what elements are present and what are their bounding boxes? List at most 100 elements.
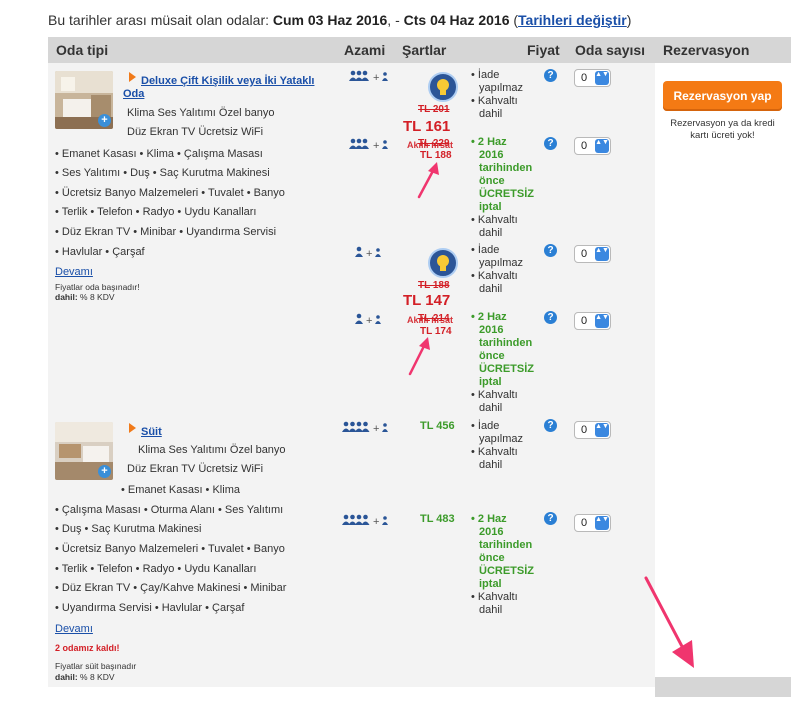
- col-room-count: Oda sayısı: [575, 42, 646, 58]
- light-bulb-badge-icon: [428, 248, 458, 278]
- amenity-line: • Ücretsiz Banyo Malzemeleri • Tuvalet •…: [55, 187, 285, 199]
- condition-line: • Kahvaltı: [471, 270, 518, 282]
- child-icon: [375, 248, 382, 257]
- arrow-annotation-icon: [644, 576, 694, 668]
- arrow-annotation-icon: [417, 162, 439, 199]
- more-link[interactable]: Devamı: [55, 623, 93, 635]
- price-note: Fiyatlar oda başınadır!: [55, 282, 140, 292]
- condition-line: iptal: [479, 376, 502, 388]
- paren-open: (: [509, 12, 519, 28]
- more-link[interactable]: Devamı: [55, 266, 93, 278]
- amenity-line: • Emanet Kasası • Klima • Çalışma Masası: [55, 148, 263, 160]
- condition-line: • 2 Haz: [471, 136, 507, 148]
- table-header: Oda tipi Azami Şartlar Fiyat Oda sayısı …: [48, 37, 791, 63]
- tax-note-value: % 8 KDV: [77, 672, 115, 682]
- condition-line: yapılmaz: [479, 433, 524, 445]
- select-arrow-icon: ▲▼: [595, 516, 609, 530]
- adult-icon: [349, 70, 369, 81]
- condition-line: • Kahvaltı: [471, 214, 518, 226]
- adult-icon: [355, 246, 363, 257]
- condition-line: iptal: [479, 201, 502, 213]
- select-arrow-icon: ▲▼: [595, 139, 609, 153]
- conditions: • İade yapılmaz • Kahvaltı dahil: [471, 69, 523, 121]
- select-arrow-icon: ▲▼: [595, 247, 609, 261]
- table-footer-bar: [655, 677, 791, 697]
- select-arrow-icon: ▲▼: [595, 71, 609, 85]
- room-count-select[interactable]: 0 ▲▼: [574, 421, 611, 439]
- date-separator: , -: [387, 12, 404, 28]
- checkout-date: Cts 04 Haz 2016: [403, 12, 510, 28]
- occupancy-icons: +: [342, 421, 389, 435]
- price: TL 188: [420, 150, 452, 161]
- room-name-suite[interactable]: Süit: [141, 426, 162, 438]
- room-count-select[interactable]: 0 ▲▼: [574, 312, 611, 330]
- room-name-deluxe[interactable]: Deluxe Çift Kişilik veya İki Yataklı: [141, 75, 314, 87]
- room-count-select[interactable]: 0 ▲▼: [574, 245, 611, 263]
- help-icon[interactable]: ?: [544, 512, 557, 525]
- amenity-line: Düz Ekran TV Ücretsiz WiFi: [127, 126, 264, 138]
- help-icon[interactable]: ?: [544, 419, 557, 432]
- change-dates-link[interactable]: Tarihleri değiştir: [518, 12, 627, 28]
- price: TL 161: [403, 118, 451, 135]
- condition-line: dahil: [479, 227, 503, 239]
- conditions: • 2 Haz 2016 tarihinden önce ÜCRETSİZ ip…: [471, 136, 534, 240]
- child-icon: [382, 140, 389, 149]
- amenity-line: • Duş • Saç Kurutma Makinesi: [55, 523, 202, 535]
- room-count-select[interactable]: 0 ▲▼: [574, 514, 611, 532]
- reserve-button[interactable]: Rezervasyon yap: [663, 81, 782, 111]
- expand-photo-icon: +: [98, 465, 111, 478]
- amenity-line: • Çalışma Masası • Oturma Alanı • Ses Ya…: [55, 504, 284, 516]
- col-room-type: Oda tipi: [56, 42, 109, 58]
- select-value: 0: [581, 140, 588, 152]
- col-conditions: Şartlar: [402, 42, 447, 58]
- help-icon[interactable]: ?: [544, 137, 557, 150]
- condition-line: ÜCRETSİZ: [479, 363, 534, 375]
- condition-line: yapılmaz: [479, 82, 524, 94]
- price: TL 174: [420, 326, 452, 337]
- room-count-select[interactable]: 0 ▲▼: [574, 137, 611, 155]
- select-value: 0: [581, 315, 588, 327]
- room-name-deluxe-line2[interactable]: Oda: [123, 88, 144, 100]
- condition-line: ÜCRETSİZ: [479, 188, 534, 200]
- condition-line: dahil: [479, 108, 503, 120]
- condition-line: dahil: [479, 402, 503, 414]
- select-value: 0: [581, 72, 588, 84]
- arrow-annotation-icon: [408, 337, 430, 376]
- expand-photo-icon: +: [98, 114, 111, 127]
- condition-line: yapılmaz: [479, 257, 524, 269]
- tax-note: dahil: % 8 KDV: [55, 672, 115, 682]
- old-price: TL 201: [418, 104, 450, 115]
- select-value: 0: [581, 424, 588, 436]
- child-icon: [382, 423, 389, 432]
- condition-line: önce: [479, 552, 505, 564]
- adult-icon: [342, 514, 370, 525]
- help-icon[interactable]: ?: [544, 69, 557, 82]
- help-icon[interactable]: ?: [544, 311, 557, 324]
- amenity-line: Klima Ses Yalıtımı Özel banyo: [127, 107, 275, 119]
- amenity-line: • Ses Yalıtımı • Duş • Saç Kurutma Makin…: [55, 167, 270, 179]
- paren-close: ): [626, 12, 632, 28]
- occupancy-icons: +: [348, 138, 389, 152]
- conditions: • İade yapılmaz • Kahvaltı dahil: [471, 244, 523, 296]
- price: TL 483: [420, 513, 455, 525]
- condition-line: tarihinden: [479, 337, 533, 349]
- condition-line: dahil: [479, 459, 503, 471]
- amenity-line: • Düz Ekran TV • Minibar • Uyandırma Ser…: [55, 226, 277, 238]
- condition-line: tarihinden: [479, 539, 533, 551]
- room-photo-suite[interactable]: +: [55, 422, 113, 480]
- room-count-select[interactable]: 0 ▲▼: [574, 69, 611, 87]
- old-price: TL 188: [418, 280, 450, 291]
- condition-line: tarihinden: [479, 162, 533, 174]
- occupancy-icons: +: [342, 514, 389, 528]
- help-icon[interactable]: ?: [544, 244, 557, 257]
- room-arrow-icon: [129, 423, 136, 433]
- condition-line: • İade: [471, 244, 500, 256]
- adult-icon: [355, 313, 363, 324]
- condition-line: iptal: [479, 578, 502, 590]
- scarcity-label: 2 odamız kaldı!: [55, 643, 120, 653]
- reservation-note: Rezervasyon ya da kredi kartı ücreti yok…: [670, 118, 775, 141]
- amenity-line: • Düz Ekran TV • Çay/Kahve Makinesi • Mi…: [55, 582, 287, 594]
- room-photo-deluxe[interactable]: +: [55, 71, 113, 129]
- condition-line: 2016: [479, 526, 504, 538]
- amenity-line: Klima Ses Yalıtımı Özel banyo: [138, 444, 286, 456]
